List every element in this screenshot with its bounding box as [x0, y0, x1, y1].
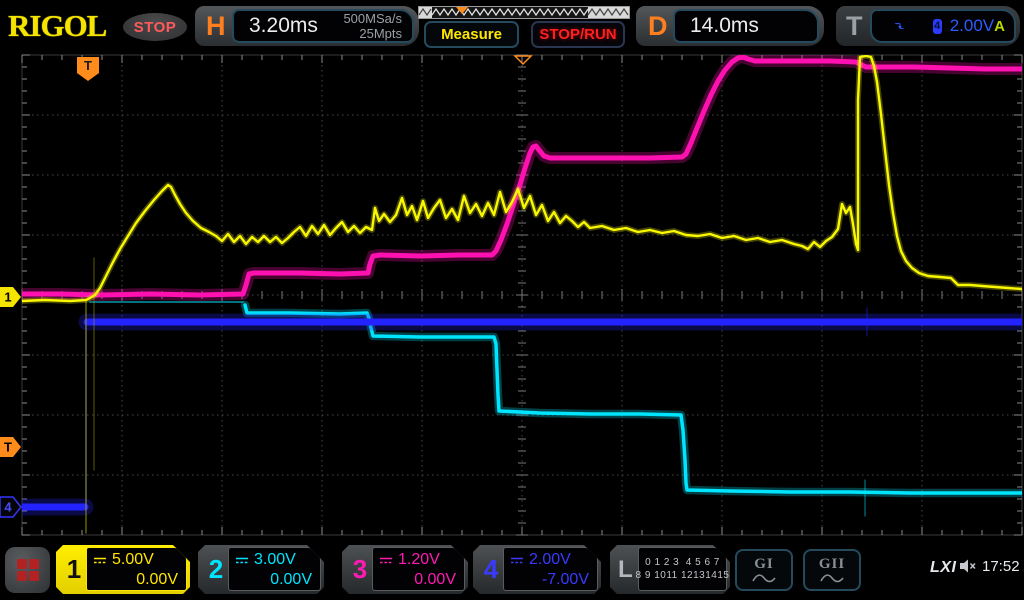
trigger-source-badge: 4	[933, 19, 942, 34]
horizontal-label: H	[206, 6, 226, 46]
delay-group[interactable]: D 14.0ms	[636, 6, 824, 46]
logic-label: L	[618, 556, 633, 584]
lxi-logo: LXI	[930, 559, 956, 577]
logic-row-1: 0 1 2 3 4 5 6 7	[645, 556, 720, 569]
svg-text:4: 4	[4, 500, 12, 515]
channel-4-settings: 2.00V -7.00V	[503, 547, 598, 591]
channel-4-offset: -7.00V	[542, 571, 589, 588]
memory-position-bar[interactable]	[418, 6, 630, 19]
falling-edge-icon	[894, 19, 905, 33]
sample-rate: 500MSa/s	[343, 11, 402, 26]
logic-channel-list: 0 1 2 3 4 5 6 7 8 9 1011 12131415	[638, 547, 727, 591]
channel-3-scale: 1.20V	[398, 550, 440, 570]
trigger-label: T	[846, 6, 863, 46]
channel-3-tab[interactable]: 3 1.20V 0.00V	[342, 545, 468, 594]
channel-4-number: 4	[480, 554, 502, 585]
generator-2-label: GII	[819, 557, 845, 572]
menu-button[interactable]	[5, 547, 50, 593]
timebase-box[interactable]: 3.20ms 500MSa/s 25Mpts	[232, 9, 414, 43]
trigger-level: 2.00V	[950, 16, 994, 36]
svg-text:T: T	[4, 440, 12, 455]
sine-wave-icon	[819, 572, 845, 584]
run-state-badge: STOP	[123, 13, 187, 41]
dc-coupling-icon	[379, 556, 393, 565]
dc-coupling-icon	[93, 556, 107, 565]
channel-1-number: 1	[63, 554, 85, 585]
stop-run-label: STOP/RUN	[539, 26, 616, 43]
top-bar: RIGOL STOP H 3.20ms 500MSa/s 25Mpts Meas…	[0, 0, 1024, 50]
generator-1-label: GI	[754, 557, 774, 572]
generator-1-button[interactable]: GI	[735, 549, 793, 591]
delay-box[interactable]: 14.0ms	[673, 9, 819, 43]
trigger-group[interactable]: T 4 2.00V A	[836, 6, 1020, 46]
rigol-logo: RIGOL	[8, 8, 106, 44]
trigger-box[interactable]: 4 2.00V A	[870, 9, 1016, 43]
horizontal-group[interactable]: H 3.20ms 500MSa/s 25Mpts	[195, 6, 419, 46]
memory-depth: 25Mpts	[343, 26, 402, 41]
channel-2-offset: 0.00V	[270, 571, 312, 588]
menu-grid-icon	[17, 559, 39, 581]
channel-2-settings: 3.00V 0.00V	[228, 547, 321, 591]
waveform-display[interactable]: 1 T 4 T	[0, 0, 1024, 600]
delay-value: 14.0ms	[690, 14, 759, 38]
svg-text:T: T	[84, 58, 92, 73]
channel-2-tab[interactable]: 2 3.00V 0.00V	[198, 545, 324, 594]
stop-run-button[interactable]: STOP/RUN	[531, 21, 625, 48]
timebase-value: 3.20ms	[249, 14, 318, 38]
logic-row-2: 8 9 1011 12131415	[636, 569, 730, 582]
channel-4-scale: 2.00V	[529, 550, 571, 570]
channel-3-number: 3	[349, 554, 371, 585]
measure-button[interactable]: Measure	[424, 21, 519, 48]
generator-2-button[interactable]: GII	[803, 549, 861, 591]
sine-wave-icon	[751, 572, 777, 584]
delay-label: D	[648, 6, 668, 46]
dc-coupling-icon	[235, 556, 249, 565]
channel-2-number: 2	[205, 554, 227, 585]
clock: 17:52	[982, 558, 1020, 575]
channel-1-offset: 0.00V	[136, 571, 178, 588]
channel-1-tab[interactable]: 1 5.00V 0.00V	[56, 545, 190, 594]
bottom-bar: 1 5.00V 0.00V 2 3.00V 0.00V 3 1.20V 0.00…	[0, 543, 1024, 600]
channel-2-scale: 3.00V	[254, 550, 296, 570]
dc-coupling-icon	[510, 556, 524, 565]
channel-3-offset: 0.00V	[414, 571, 456, 588]
logic-channels-tab[interactable]: L 0 1 2 3 4 5 6 7 8 9 1011 12131415	[610, 545, 730, 594]
channel-3-settings: 1.20V 0.00V	[372, 547, 465, 591]
trigger-mode: A	[994, 18, 1005, 35]
channel-4-tab[interactable]: 4 2.00V -7.00V	[473, 545, 601, 594]
speaker-muted-icon[interactable]	[958, 558, 978, 574]
svg-text:1: 1	[4, 290, 11, 305]
acquisition-info: 500MSa/s 25Mpts	[343, 11, 412, 41]
measure-label: Measure	[441, 26, 502, 43]
channel-1-scale: 5.00V	[112, 550, 154, 570]
channel-1-settings: 5.00V 0.00V	[86, 547, 187, 591]
